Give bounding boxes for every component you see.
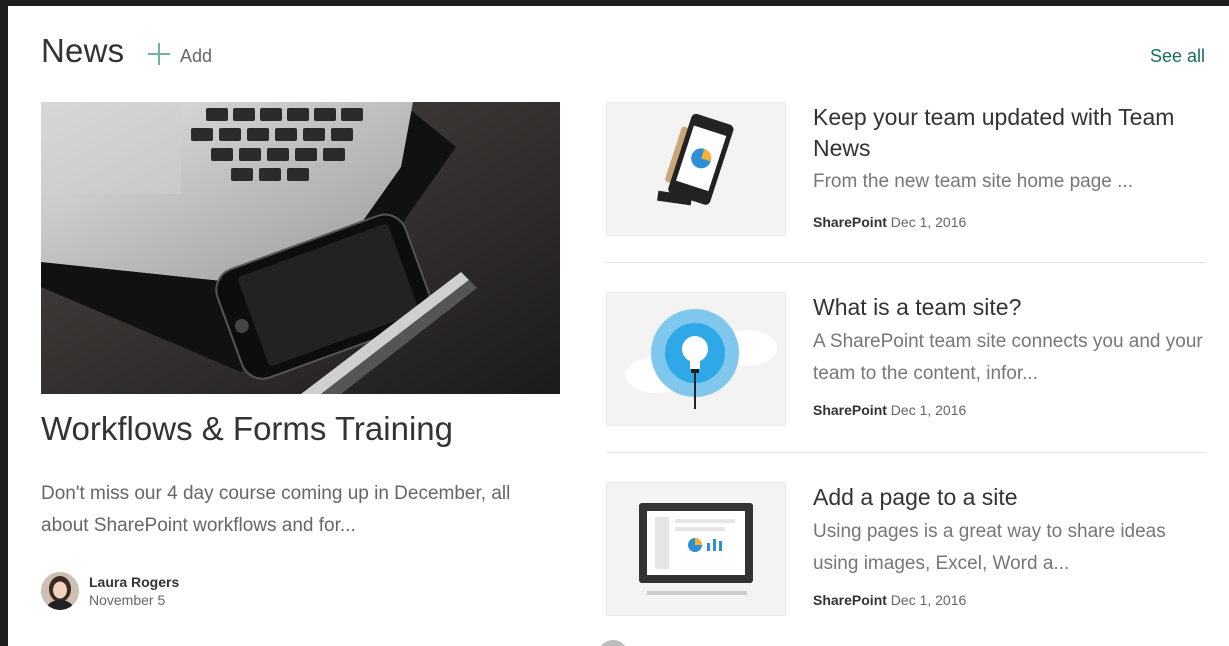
add-label: Add [180, 46, 213, 66]
laptop-phone-photo [41, 102, 560, 394]
plus-icon [147, 42, 171, 66]
divider [606, 452, 1206, 453]
item-source[interactable]: SharePoint [813, 592, 887, 608]
item-thumbnail[interactable] [606, 292, 786, 426]
hero-title[interactable]: Workflows & Forms Training [41, 410, 453, 448]
item-source[interactable]: SharePoint [813, 402, 887, 418]
list-item[interactable]: Keep your team updated with Team News Fr… [606, 102, 1206, 238]
list-item[interactable]: Add a page to a site Using pages is a gr… [606, 482, 1206, 618]
item-meta: SharePoint Dec 1, 2016 [813, 214, 966, 230]
hero-article [41, 102, 560, 394]
item-thumbnail[interactable] [606, 482, 786, 616]
avatar[interactable] [41, 572, 79, 610]
section-title: News [41, 32, 125, 69]
add-news-button[interactable]: Add [147, 40, 212, 67]
news-header: News Add See all [41, 32, 1211, 76]
item-date: Dec 1, 2016 [890, 214, 967, 230]
hero-author: Laura Rogers November 5 [41, 572, 179, 610]
item-title[interactable]: Add a page to a site [813, 482, 1193, 513]
item-date: Dec 1, 2016 [890, 402, 967, 418]
item-description: From the new team site home page ... [813, 171, 1133, 192]
item-title[interactable]: What is a team site? [813, 292, 1193, 323]
item-source[interactable]: SharePoint [813, 214, 887, 230]
hero-image[interactable] [41, 102, 560, 394]
hero-description: Don't miss our 4 day course coming up in… [41, 483, 511, 536]
item-description: A SharePoint team site connects you and … [813, 331, 1203, 384]
author-name[interactable]: Laura Rogers [89, 574, 179, 590]
item-title[interactable]: Keep your team updated with Team News [813, 102, 1193, 164]
list-item[interactable]: What is a team site? A SharePoint team s… [606, 292, 1206, 428]
see-all-link[interactable]: See all [1150, 46, 1205, 67]
author-date: November 5 [89, 592, 166, 608]
monitor-chart-icon [639, 503, 753, 595]
item-meta: SharePoint Dec 1, 2016 [813, 592, 966, 608]
item-meta: SharePoint Dec 1, 2016 [813, 402, 966, 418]
lightbulb-cloud-icon [625, 309, 777, 409]
item-date: Dec 1, 2016 [890, 592, 967, 608]
phone-chart-icon [657, 113, 734, 206]
item-description: Using pages is a great way to share idea… [813, 521, 1166, 574]
item-thumbnail[interactable] [606, 102, 786, 236]
divider [606, 262, 1206, 263]
news-webpart: News Add See all Workflows & Forms Train… [8, 6, 1229, 646]
scroll-indicator [598, 640, 628, 646]
